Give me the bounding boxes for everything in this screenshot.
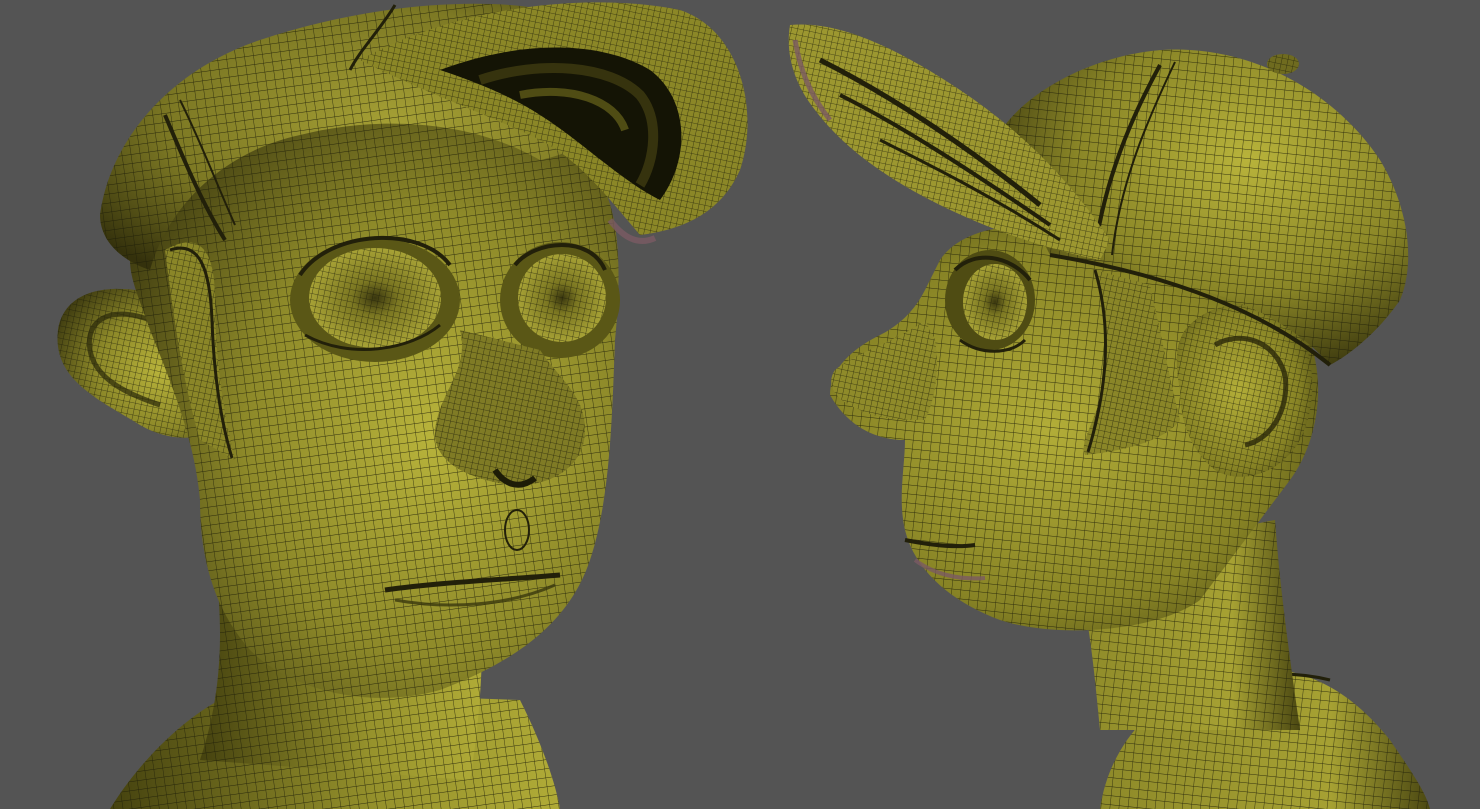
3d-viewport[interactable] (0, 0, 1480, 809)
side-profile-view (788, 24, 1430, 809)
three-quarter-front-view (57, 2, 748, 809)
render-canvas (57, 2, 1430, 809)
